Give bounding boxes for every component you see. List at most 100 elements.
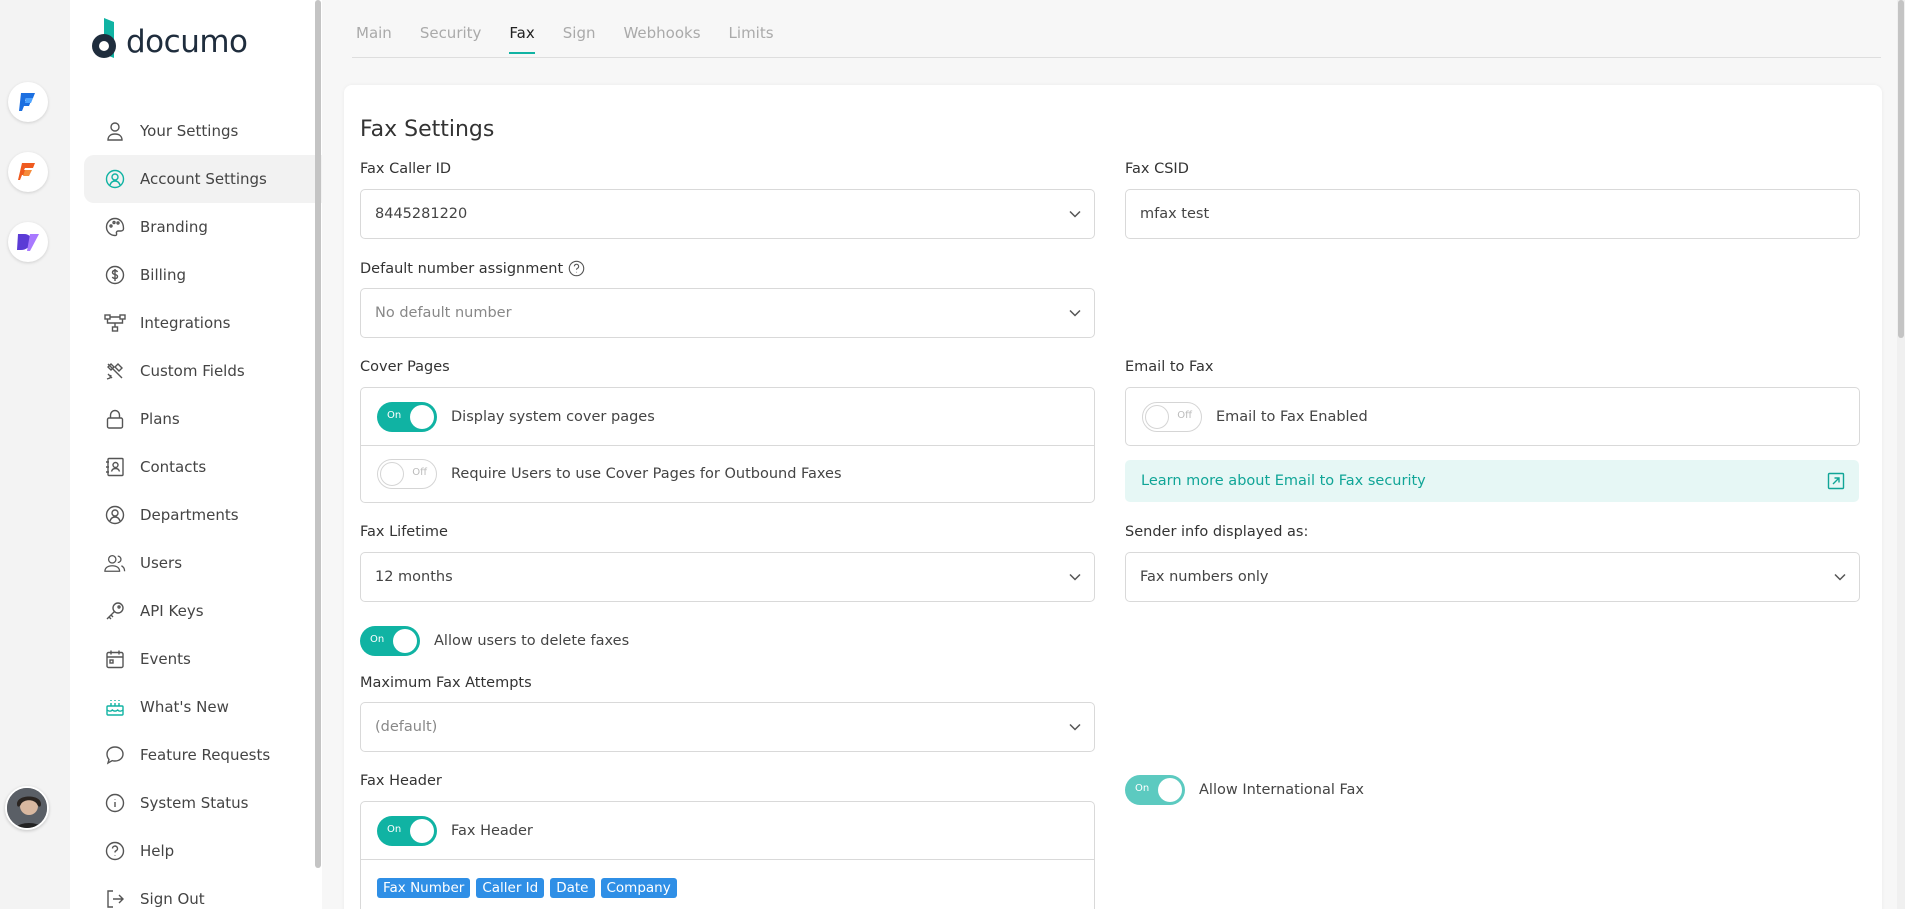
fax-caller-id-value: 8445281220 bbox=[375, 206, 468, 222]
tab-webhooks[interactable]: Webhooks bbox=[623, 24, 700, 54]
sidebar-item-label: Integrations bbox=[140, 314, 231, 332]
sidebar-item-contacts[interactable]: Contacts bbox=[84, 443, 322, 491]
page-scrollbar[interactable] bbox=[1897, 0, 1905, 909]
sidebar-item-label: What's New bbox=[140, 698, 229, 716]
sign-app-icon[interactable] bbox=[8, 152, 48, 192]
chevron-down-icon bbox=[1069, 723, 1081, 731]
sidebar-item-your-settings[interactable]: Your Settings bbox=[84, 107, 322, 155]
palette-icon bbox=[104, 216, 126, 238]
lock-icon bbox=[104, 408, 126, 430]
sidebar-item-integrations[interactable]: Integrations bbox=[84, 299, 322, 347]
sidebar-item-api-keys[interactable]: API Keys bbox=[84, 587, 322, 635]
settings-tabs: Main Security Fax Sign Webhooks Limits bbox=[356, 24, 774, 54]
fax-lifetime-value: 12 months bbox=[375, 569, 453, 585]
toggle-knob bbox=[1145, 404, 1169, 429]
fax-csid-input[interactable]: mfax test bbox=[1125, 189, 1860, 239]
sidebar-item-label: Events bbox=[140, 650, 191, 668]
sidebar-item-branding[interactable]: Branding bbox=[84, 203, 322, 251]
cover-pages-label: Cover Pages bbox=[360, 359, 450, 375]
sidebar-item-plans[interactable]: Plans bbox=[84, 395, 322, 443]
tab-security[interactable]: Security bbox=[420, 24, 482, 54]
sender-info-label: Sender info displayed as: bbox=[1125, 524, 1309, 540]
chevron-down-icon bbox=[1069, 573, 1081, 581]
chevron-down-icon bbox=[1069, 210, 1081, 218]
sidebar-item-custom-fields[interactable]: Custom Fields bbox=[84, 347, 322, 395]
tools-icon bbox=[104, 360, 126, 382]
tab-main[interactable]: Main bbox=[356, 24, 392, 54]
page-scrollbar-thumb[interactable] bbox=[1898, 0, 1904, 338]
allow-international-toggle[interactable]: On bbox=[1125, 775, 1185, 805]
email-to-fax-enabled-label: Email to Fax Enabled bbox=[1216, 408, 1368, 425]
max-fax-attempts-select[interactable]: (default) bbox=[360, 702, 1095, 752]
brand-name: documo bbox=[126, 24, 248, 60]
external-link-icon bbox=[1827, 472, 1845, 490]
documo-logo[interactable]: documo bbox=[90, 18, 248, 58]
sidebar-item-whats-new[interactable]: What's New bbox=[84, 683, 322, 731]
tab-limits[interactable]: Limits bbox=[729, 24, 774, 54]
toggle-state: On bbox=[387, 409, 402, 421]
chip-caller-id[interactable]: Caller Id bbox=[476, 878, 545, 898]
sidebar-item-billing[interactable]: Billing bbox=[84, 251, 322, 299]
sidebar-item-sign-out[interactable]: Sign Out bbox=[84, 875, 322, 909]
sidebar-item-label: System Status bbox=[140, 794, 249, 812]
sidebar-item-events[interactable]: Events bbox=[84, 635, 322, 683]
sidebar-item-label: Sign Out bbox=[140, 890, 205, 908]
sidebar-item-label: Feature Requests bbox=[140, 746, 271, 764]
chip-date[interactable]: Date bbox=[550, 878, 595, 898]
sidebar-item-label: Users bbox=[140, 554, 183, 572]
sender-info-select[interactable]: Fax numbers only bbox=[1125, 552, 1860, 602]
tab-sign[interactable]: Sign bbox=[563, 24, 596, 54]
toggle-knob bbox=[410, 404, 434, 429]
integrations-icon bbox=[104, 312, 126, 334]
allow-international-row: On Allow International Fax bbox=[1125, 775, 1364, 805]
fax-header-label: Fax Header bbox=[360, 773, 442, 789]
max-fax-attempts-value: (default) bbox=[375, 719, 438, 735]
sidebar-item-departments[interactable]: Departments bbox=[84, 491, 322, 539]
sidebar-nav: Your Settings Account Settings Branding … bbox=[84, 107, 322, 909]
fax-caller-id-select[interactable]: 8445281220 bbox=[360, 189, 1095, 239]
fax-header-toggle-row: On Fax Header bbox=[361, 802, 1094, 859]
docs-app-icon[interactable] bbox=[8, 222, 48, 262]
account-icon bbox=[104, 168, 126, 190]
toggle-state: On bbox=[387, 823, 402, 835]
sidebar-item-help[interactable]: Help bbox=[84, 827, 322, 875]
email-to-fax-label: Email to Fax bbox=[1125, 359, 1214, 375]
help-icon[interactable] bbox=[568, 260, 585, 277]
max-fax-attempts-label: Maximum Fax Attempts bbox=[360, 675, 532, 691]
users-icon bbox=[104, 552, 126, 574]
email-to-fax-box: Off Email to Fax Enabled bbox=[1125, 387, 1860, 446]
chip-fax-number[interactable]: Fax Number bbox=[377, 878, 471, 898]
fax-header-toggle-label: Fax Header bbox=[451, 822, 533, 839]
email-to-fax-toggle[interactable]: Off bbox=[1142, 401, 1202, 432]
fax-lifetime-select[interactable]: 12 months bbox=[360, 552, 1095, 602]
tab-fax[interactable]: Fax bbox=[509, 24, 535, 54]
sidebar-item-system-status[interactable]: System Status bbox=[84, 779, 322, 827]
toggle-knob bbox=[410, 818, 434, 843]
sidebar-item-label: Your Settings bbox=[140, 122, 239, 140]
sidebar-item-account-settings[interactable]: Account Settings bbox=[84, 155, 322, 203]
email-to-fax-security-link[interactable]: Learn more about Email to Fax security bbox=[1125, 460, 1859, 502]
chevron-down-icon bbox=[1069, 309, 1081, 317]
info-icon bbox=[104, 792, 126, 814]
avatar[interactable] bbox=[5, 786, 49, 830]
fax-header-toggle[interactable]: On bbox=[377, 815, 437, 846]
fax-csid-label: Fax CSID bbox=[1125, 161, 1189, 177]
dollar-icon bbox=[104, 264, 126, 286]
sidebar-item-label: Departments bbox=[140, 506, 239, 524]
sidebar-item-label: Help bbox=[140, 842, 175, 860]
sidebar-scrollbar[interactable] bbox=[315, 0, 321, 868]
fax-app-icon[interactable] bbox=[8, 82, 48, 122]
toggle-knob bbox=[1158, 778, 1182, 802]
require-cover-pages-label: Require Users to use Cover Pages for Out… bbox=[451, 466, 842, 482]
sidebar-item-label: Plans bbox=[140, 410, 180, 428]
default-number-label-text: Default number assignment bbox=[360, 260, 564, 277]
sidebar-item-users[interactable]: Users bbox=[84, 539, 322, 587]
default-number-select[interactable]: No default number bbox=[360, 288, 1095, 338]
sidebar-item-label: Branding bbox=[140, 218, 208, 236]
allow-delete-row: On Allow users to delete faxes bbox=[360, 626, 629, 656]
require-cover-pages-toggle[interactable]: Off bbox=[377, 459, 437, 489]
sidebar-item-feature-requests[interactable]: Feature Requests bbox=[84, 731, 322, 779]
chip-company[interactable]: Company bbox=[600, 878, 677, 898]
display-system-cover-pages-toggle[interactable]: On bbox=[377, 401, 437, 432]
allow-delete-toggle[interactable]: On bbox=[360, 626, 420, 656]
